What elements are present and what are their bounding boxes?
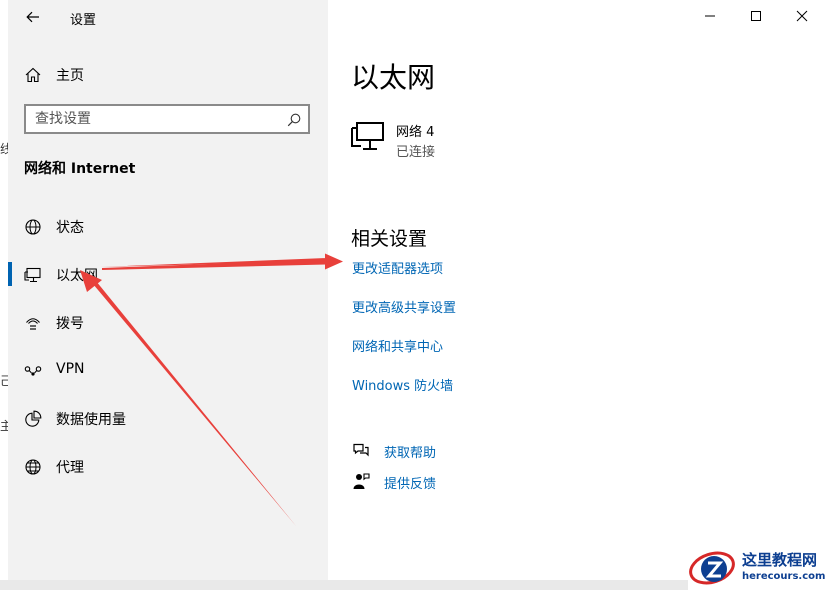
sidebar-item-label: 主页: [56, 68, 84, 84]
search-icon[interactable]: [286, 112, 302, 128]
sidebar-item-data-usage[interactable]: 数据使用量: [8, 398, 328, 438]
globe-status-icon: [25, 219, 41, 235]
help-chat-icon: [353, 443, 369, 457]
give-feedback-label: 提供反馈: [384, 477, 437, 492]
sidebar-item-label: 状态: [56, 220, 84, 236]
home-icon: [25, 67, 41, 83]
settings-window: 设置 主页 网络和 Internet 状态: [8, 0, 833, 580]
network-status: 已连接: [396, 145, 436, 160]
vpn-icon: [24, 366, 42, 376]
search-box[interactable]: [24, 104, 310, 134]
sidebar-item-label: VPN: [56, 361, 85, 377]
sidebar-item-vpn[interactable]: VPN: [8, 350, 328, 390]
dialup-icon: [26, 318, 40, 330]
network-sharing-center-link[interactable]: 网络和共享中心: [352, 336, 443, 355]
back-button[interactable]: [22, 7, 44, 27]
related-settings-title: 相关设置: [351, 228, 428, 250]
sidebar-item-label: 以太网: [56, 268, 98, 284]
search-input[interactable]: [35, 110, 275, 128]
get-help-label: 获取帮助: [384, 446, 437, 461]
sidebar-item-status[interactable]: 状态: [8, 206, 328, 246]
page-title: 以太网: [351, 61, 436, 94]
app-title: 设置: [70, 13, 97, 28]
watermark-name: 这里教程网: [742, 551, 818, 569]
sidebar-item-dialup[interactable]: 拨号: [8, 302, 328, 342]
maximize-button[interactable]: [733, 0, 779, 32]
ethernet-monitor-icon: [24, 267, 41, 283]
ethernet-network-icon: [351, 122, 384, 150]
main-content: 以太网 网络 4 已连接 相关设置 更改适配器选项 更改高级共享设置 网络和共享…: [328, 0, 833, 580]
sidebar-item-proxy[interactable]: 代理: [8, 446, 328, 486]
windows-firewall-link[interactable]: Windows 防火墙: [352, 375, 453, 394]
sidebar-item-ethernet[interactable]: 以太网: [8, 254, 328, 294]
close-icon: [796, 10, 808, 22]
sidebar-item-label: 代理: [56, 460, 84, 476]
watermark: 这里教程网 herecours.com: [688, 546, 833, 590]
watermark-logo-icon: [689, 551, 735, 585]
change-adapter-options-link[interactable]: 更改适配器选项: [352, 258, 443, 277]
minimize-icon: [705, 15, 715, 17]
feedback-icon: [353, 473, 370, 489]
change-advanced-sharing-link[interactable]: 更改高级共享设置: [352, 297, 456, 316]
back-arrow-icon: [26, 11, 39, 23]
sidebar-item-home[interactable]: 主页: [8, 54, 328, 94]
globe-proxy-icon: [25, 459, 41, 475]
minimize-button[interactable]: [687, 0, 733, 32]
section-title: 网络和 Internet: [24, 161, 136, 177]
sidebar: 设置 主页 网络和 Internet 状态: [8, 0, 328, 580]
maximize-icon: [751, 11, 761, 21]
data-usage-pie-icon: [25, 410, 42, 427]
network-name: 网络 4: [396, 125, 435, 140]
watermark-url: herecours.com: [742, 571, 826, 582]
active-indicator: [8, 262, 12, 286]
close-button[interactable]: [779, 0, 825, 32]
sidebar-item-label: 拨号: [56, 316, 84, 332]
sidebar-item-label: 数据使用量: [56, 412, 126, 428]
